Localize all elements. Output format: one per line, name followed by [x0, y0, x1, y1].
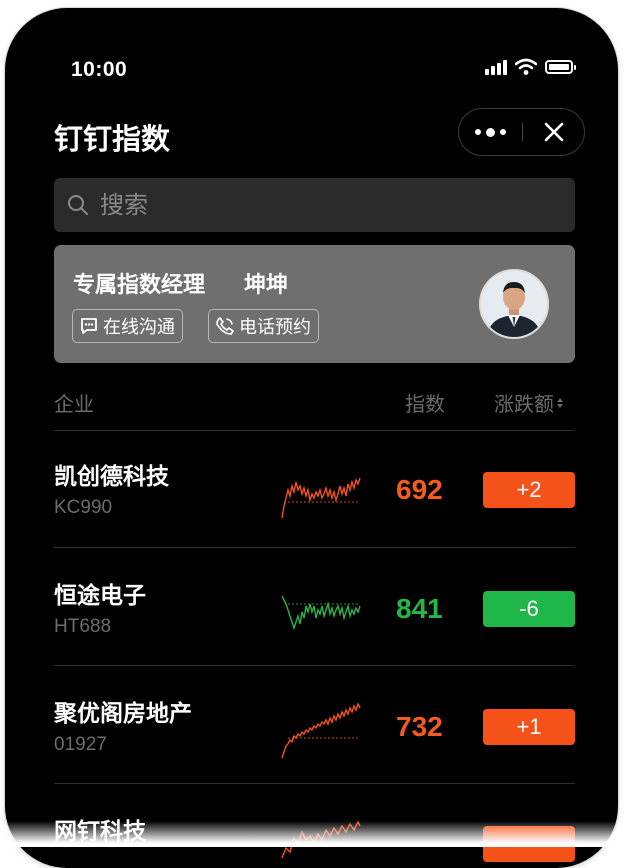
- manager-name: 坤坤: [244, 273, 289, 298]
- search-bar[interactable]: [54, 178, 575, 232]
- manager-avatar: [479, 269, 549, 339]
- sparkline-chart: [281, 477, 361, 519]
- search-icon: [68, 195, 88, 215]
- sparkline-chart: [281, 595, 361, 631]
- column-header-company: 企业: [54, 392, 94, 416]
- company-name[interactable]: 聚优阁房地产: [54, 694, 192, 728]
- change-badge: +2: [483, 472, 575, 508]
- phone-screen: 10:00 钉钉指数 专属指数经理 坤坤: [5, 8, 618, 868]
- index-value: 692: [396, 474, 443, 505]
- company-code: 01927: [54, 734, 107, 755]
- column-header-index: 指数: [405, 392, 445, 416]
- sparkline-chart: [281, 702, 361, 759]
- column-header-change[interactable]: 涨跌额: [494, 388, 564, 417]
- close-icon[interactable]: [523, 122, 584, 142]
- mini-program-capsule: [458, 108, 585, 156]
- index-value: 841: [396, 593, 443, 624]
- company-code: KC990: [54, 497, 113, 518]
- bottom-fade: [0, 821, 624, 847]
- status-time: 10:00: [71, 58, 128, 81]
- company-name[interactable]: 凯创德科技: [54, 457, 169, 491]
- signal-icon: [485, 59, 507, 75]
- row-divider: [54, 430, 575, 431]
- wifi-icon: [515, 58, 537, 75]
- change-badge: +1: [483, 709, 575, 745]
- page-title: 钉钉指数: [54, 122, 171, 156]
- online-chat-button[interactable]: 在线沟通: [72, 309, 183, 343]
- status-icons: [485, 58, 576, 75]
- index-manager-card[interactable]: 专属指数经理 坤坤 在线沟通 电话预约: [54, 245, 575, 363]
- company-code: HT688: [54, 616, 112, 637]
- row-divider: [54, 783, 575, 784]
- column-header-change-label: 涨跌额: [494, 392, 554, 416]
- battery-icon: [545, 59, 576, 74]
- sort-icon: [557, 397, 563, 408]
- row-divider: [54, 665, 575, 666]
- more-icon[interactable]: [459, 127, 522, 137]
- row-divider: [54, 547, 575, 548]
- change-badge: -6: [483, 591, 575, 627]
- phone-icon: [216, 317, 234, 335]
- index-value: 732: [396, 711, 443, 742]
- chat-icon: [81, 318, 97, 334]
- phone-appointment-label: 电话预约: [239, 317, 311, 338]
- search-input[interactable]: [98, 190, 522, 220]
- manager-label: 专属指数经理: [73, 273, 206, 298]
- phone-appointment-button[interactable]: 电话预约: [208, 309, 319, 343]
- company-name[interactable]: 恒途电子: [54, 576, 146, 610]
- online-chat-label: 在线沟通: [103, 317, 175, 338]
